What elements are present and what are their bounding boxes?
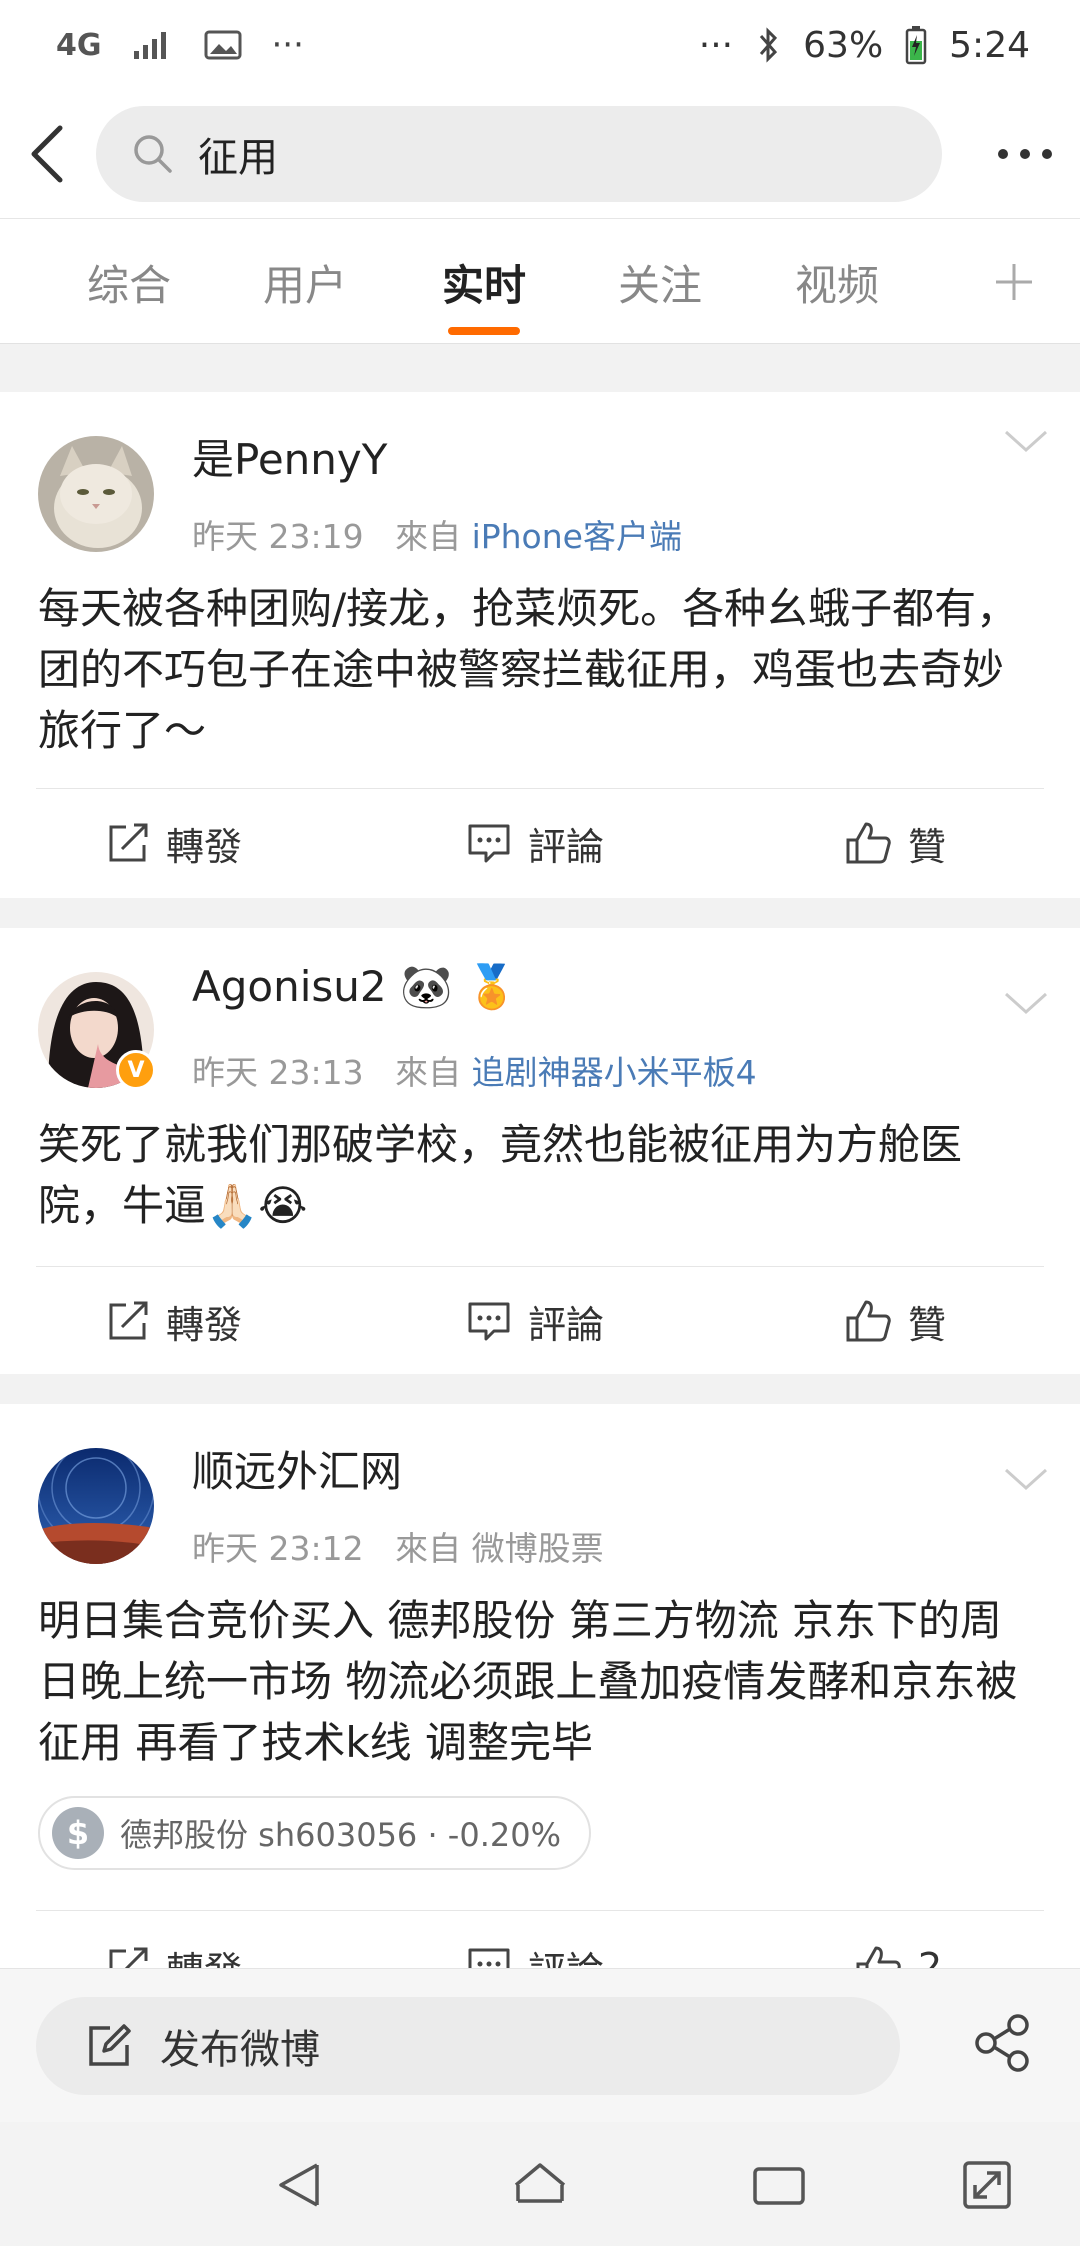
post-text: 笑死了就我们那破学校，竟然也能被征用为方舱医院，牛逼🙏🏻😭 bbox=[38, 1120, 963, 1230]
post-time: 昨天 23:13 bbox=[192, 1053, 364, 1092]
battery-icon bbox=[905, 25, 927, 65]
comment-label: 評論 bbox=[528, 1302, 605, 1347]
post-actions: 轉發 評論 贊 bbox=[0, 1268, 1080, 1374]
username[interactable]: 是PennyY bbox=[192, 426, 387, 487]
dot-icon bbox=[1020, 149, 1030, 159]
post-source[interactable]: 微博股票 bbox=[472, 1529, 604, 1568]
nav-home-button[interactable] bbox=[505, 2150, 575, 2220]
username[interactable]: 顺远外汇网 bbox=[192, 1438, 402, 1499]
compose-button[interactable]: 发布微博 bbox=[36, 1997, 900, 2095]
clock: 5:24 bbox=[949, 24, 1030, 66]
tab-comprehensive[interactable]: 综合 bbox=[74, 219, 184, 345]
divider bbox=[36, 1910, 1044, 1911]
repost-icon bbox=[109, 823, 148, 862]
repost-icon bbox=[109, 1301, 148, 1340]
chevron-down-icon[interactable] bbox=[1002, 988, 1050, 1018]
repost-label: 轉發 bbox=[166, 1302, 243, 1347]
post-actions: 轉發 評論 贊 bbox=[0, 790, 1080, 896]
comment-icon bbox=[468, 1302, 510, 1341]
dot-icon bbox=[998, 149, 1008, 159]
thumbs-up-icon bbox=[846, 1300, 891, 1342]
post-meta: 昨天 23:13 來自 追剧神器小米平板4 bbox=[192, 1046, 757, 1094]
from-label: 來自 bbox=[395, 517, 462, 556]
like-label: 贊 bbox=[908, 824, 947, 869]
post-card[interactable]: 顺远外汇网 昨天 23:12 來自 微博股票 明日集合竞价买入 德邦股份 第三方… bbox=[0, 1404, 1080, 1993]
tab-video[interactable]: 视频 bbox=[782, 219, 892, 345]
thumbs-up-icon bbox=[846, 822, 891, 864]
status-bar: 4G ··· ··· 63% 5:24 bbox=[0, 0, 1080, 90]
post-text: 每天被各种团购/接龙，抢菜烦死。各种幺蛾子都有，团的不巧包子在途中被警察拦截征用… bbox=[38, 584, 1019, 755]
recents-icon bbox=[753, 2167, 805, 2205]
like-button[interactable]: 贊 bbox=[844, 790, 946, 896]
post-source[interactable]: 追剧神器小米平板4 bbox=[472, 1053, 757, 1092]
repost-button[interactable]: 轉發 bbox=[106, 1268, 242, 1374]
more-status: ··· bbox=[698, 24, 734, 66]
avatar[interactable] bbox=[38, 436, 154, 552]
divider bbox=[36, 788, 1044, 789]
stock-coin-icon: $ bbox=[52, 1807, 104, 1859]
active-tab-indicator bbox=[448, 327, 520, 335]
share-icon[interactable] bbox=[972, 2013, 1032, 2073]
more-notifications: ··· bbox=[271, 25, 304, 65]
edit-icon bbox=[89, 2024, 131, 2066]
add-tab-button[interactable] bbox=[984, 219, 1044, 345]
compose-bar: 发布微博 bbox=[0, 1968, 1080, 2122]
verified-badge: V bbox=[116, 1050, 156, 1090]
tab-following[interactable]: 关注 bbox=[605, 219, 715, 345]
post-time: 昨天 23:19 bbox=[192, 517, 364, 556]
search-input[interactable]: 征用 bbox=[96, 106, 942, 202]
divider bbox=[36, 1266, 1044, 1267]
repost-label: 轉發 bbox=[166, 824, 243, 869]
compose-label: 发布微博 bbox=[160, 2027, 320, 2073]
comment-button[interactable]: 評論 bbox=[466, 1268, 604, 1374]
search-icon bbox=[134, 135, 172, 173]
search-header: 征用 bbox=[0, 90, 1080, 218]
battery-percent: 63% bbox=[803, 24, 884, 66]
network-type: 4G bbox=[56, 27, 102, 63]
system-nav-bar bbox=[0, 2122, 1080, 2246]
post-meta: 昨天 23:19 來自 iPhone客户端 bbox=[192, 510, 682, 558]
gallery-icon bbox=[204, 29, 242, 61]
signal-icon bbox=[132, 29, 174, 61]
plus-icon bbox=[996, 264, 1032, 300]
comment-button[interactable]: 評論 bbox=[466, 790, 604, 896]
chevron-down-icon[interactable] bbox=[1002, 426, 1050, 456]
repost-button[interactable]: 轉發 bbox=[106, 790, 242, 896]
post-meta: 昨天 23:12 來自 微博股票 bbox=[192, 1522, 604, 1570]
dot-icon bbox=[1042, 149, 1052, 159]
username-text: Agonisu2 bbox=[192, 962, 387, 1011]
nav-back-button[interactable] bbox=[266, 2150, 336, 2220]
more-options-button[interactable] bbox=[970, 90, 1080, 218]
from-label: 來自 bbox=[395, 1053, 462, 1092]
like-button[interactable]: 贊 bbox=[844, 1268, 946, 1374]
expand-icon bbox=[963, 2161, 1011, 2209]
post-card[interactable]: V Agonisu2 🐼 🏅 昨天 23:13 來自 追剧神器小米平板4 笑死了… bbox=[0, 928, 1080, 1374]
triangle-back-icon bbox=[279, 2163, 319, 2207]
back-arrow-icon bbox=[31, 125, 63, 183]
search-query: 征用 bbox=[198, 135, 278, 181]
bluetooth-icon bbox=[755, 26, 781, 64]
nav-recents-button[interactable] bbox=[744, 2150, 814, 2220]
username[interactable]: Agonisu2 🐼 🏅 bbox=[192, 962, 518, 1012]
stock-tag[interactable]: $ 德邦股份 sh603056 · -0.20% bbox=[38, 1796, 592, 1870]
stock-tag-text: 德邦股份 sh603056 · -0.20% bbox=[120, 1816, 562, 1854]
home-icon bbox=[514, 2163, 566, 2203]
post-time: 昨天 23:12 bbox=[192, 1529, 364, 1568]
post-text: 明日集合竞价买入 德邦股份 第三方物流 京东下的周日晚上统一市场 物流必须跟上叠… bbox=[38, 1596, 1018, 1767]
like-label: 贊 bbox=[908, 1302, 947, 1347]
comment-label: 評論 bbox=[528, 824, 605, 869]
post-source[interactable]: iPhone客户端 bbox=[472, 517, 682, 556]
tab-users[interactable]: 用户 bbox=[250, 219, 360, 345]
panda-badge[interactable]: 🐼 bbox=[400, 962, 452, 1011]
back-button[interactable] bbox=[0, 90, 96, 218]
from-label: 來自 bbox=[395, 1529, 462, 1568]
screen: 4G ··· ··· 63% 5:24 征用 综合 用户 实时 关注 视频 是P… bbox=[0, 0, 1080, 2246]
filter-tabs: 综合 用户 实时 关注 视频 bbox=[0, 218, 1080, 344]
nav-expand-button[interactable] bbox=[952, 2150, 1022, 2220]
chevron-down-icon[interactable] bbox=[1002, 1464, 1050, 1494]
comment-icon bbox=[468, 824, 510, 863]
post-card[interactable]: 是PennyY 昨天 23:19 來自 iPhone客户端 每天被各种团购/接龙… bbox=[0, 392, 1080, 898]
avatar[interactable] bbox=[38, 1448, 154, 1564]
medal-badge[interactable]: 🏅 bbox=[466, 962, 518, 1011]
